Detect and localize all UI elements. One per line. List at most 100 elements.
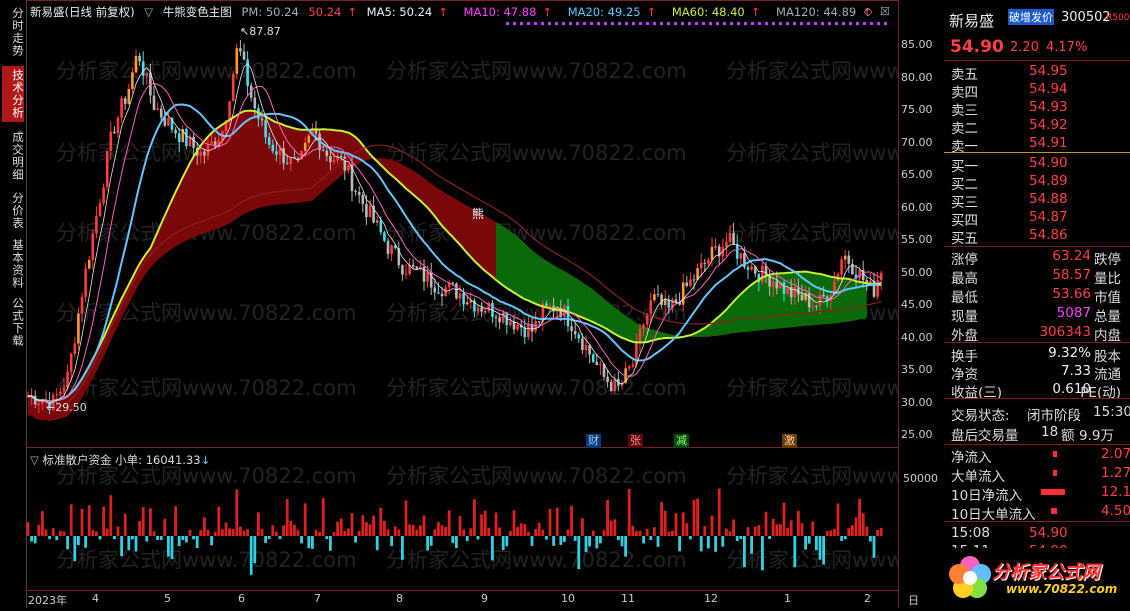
candle-body (354, 191, 357, 193)
candle-body (59, 391, 62, 395)
candle-body (771, 281, 775, 287)
candle-body (105, 151, 109, 188)
fund-bar (120, 536, 123, 557)
tab-formula-download[interactable]: 公式下载 (2, 296, 25, 348)
fund-bar (631, 525, 635, 536)
fund-bar (145, 536, 149, 542)
fund-bar (174, 506, 177, 536)
fund-bar (80, 508, 84, 536)
candle-body (303, 142, 307, 151)
fund-bar (458, 516, 462, 536)
fund-bar (30, 536, 33, 542)
badge-finance[interactable]: 财 (586, 434, 601, 448)
candle-body (735, 244, 739, 259)
candle-body (822, 294, 825, 297)
fund-bar (239, 526, 242, 536)
fund-bar (69, 504, 73, 536)
fund-bar (537, 522, 541, 536)
signal-dot (660, 22, 663, 25)
candle-body (321, 150, 325, 152)
candle-body (390, 245, 393, 254)
fund-bar (523, 524, 527, 536)
tab-basic-info[interactable]: 基本资料 (2, 238, 25, 290)
tab-trade-details[interactable]: 成交明细 (2, 130, 25, 182)
candle-body (599, 364, 602, 366)
badge-incentive[interactable]: 激 (782, 434, 797, 448)
fund-bar (84, 536, 87, 548)
fund-bar (473, 499, 476, 536)
fund-bar (195, 536, 199, 549)
candle-body (458, 293, 462, 299)
candle-body (793, 286, 797, 298)
signal-dot (583, 22, 586, 25)
watermark-text: 分析家公式网www.70822.com (386, 548, 687, 572)
fund-bar (692, 499, 696, 536)
stat-row: 净资 7.33 流通 (951, 363, 1121, 383)
fund-bar (721, 536, 725, 547)
fund-bar (249, 536, 253, 575)
candle-body (537, 321, 541, 323)
chevron-icon[interactable]: ▽ (30, 453, 39, 467)
tab-price-table[interactable]: 分价表 (2, 190, 25, 232)
price-tick: 70.00 (901, 135, 933, 149)
fund-bar (588, 536, 591, 547)
date-tick: 8 (396, 592, 403, 605)
fund-bar (303, 503, 307, 536)
indicator-title[interactable]: 牛熊变色主图 (163, 5, 232, 19)
watermark-text: 分析家公式网www.70822.com (386, 59, 687, 83)
bear-label: 熊 (472, 206, 484, 221)
kline-chart[interactable]: 分析家公式网www.70822.com 分析家公式网www.70822.com 分析… (26, 0, 898, 448)
candle-body (689, 279, 692, 286)
close-icon[interactable]: ☒ (880, 5, 890, 18)
candle-body (102, 187, 105, 204)
signal-dot (842, 22, 845, 25)
signal-dot (765, 22, 768, 25)
fund-bar (743, 536, 746, 568)
fund-bar (66, 536, 69, 550)
chevron-icon[interactable]: ▽ (144, 5, 153, 19)
fund-bar (44, 529, 48, 536)
fund-bar (257, 512, 260, 536)
fund-bar (487, 527, 491, 536)
date-tick: 2023年 (28, 594, 67, 607)
signal-dot (793, 22, 796, 25)
retail-fund-chart[interactable]: 分析家公式网www.70822.com 分析家公式网www.70822.com 分析… (26, 449, 898, 589)
candle-body (782, 282, 786, 294)
tab-time-share[interactable]: 分时走势 (2, 6, 25, 58)
fund-bar (555, 507, 559, 536)
candle-body (73, 343, 77, 355)
candle-body (699, 262, 703, 269)
fund-bar (509, 531, 512, 536)
fund-bar (750, 536, 753, 554)
watermark-text: 分析家公式网www.70822.com (56, 301, 357, 325)
candle-body (437, 292, 440, 294)
candle-body (840, 259, 843, 275)
candle-body (368, 205, 372, 218)
ask-row: 卖三 54.93 (951, 99, 1068, 119)
fund-bar (689, 536, 692, 540)
signal-dot (695, 22, 698, 25)
trade-state-row: 交易状态: 闭市阶段 15:30 (951, 404, 1130, 424)
candle-body (123, 98, 127, 104)
signal-dot (597, 22, 600, 25)
diamond-icon[interactable]: ◇ (864, 5, 872, 18)
fund-bar (462, 529, 465, 536)
watermark-text: 分析家公式网www.70822.com (726, 464, 898, 488)
badge-reduce[interactable]: 减 (674, 434, 689, 448)
fund-bar (707, 536, 710, 549)
badge-rise[interactable]: 张 (628, 434, 643, 448)
date-axis: 2023年 4 5 6 7 8 9 10 11 12 1 2 日 (26, 590, 919, 609)
fund-bar (217, 506, 221, 536)
fund-bar (271, 525, 275, 536)
tab-technical-analysis[interactable]: 技术分析 (2, 66, 25, 122)
fund-bar (879, 527, 883, 536)
fund-bar (185, 536, 188, 543)
logo-text: 分析家公式网 (992, 562, 1100, 583)
signal-dot (618, 22, 621, 25)
ma60-line (27, 144, 882, 409)
fund-bar (357, 530, 361, 536)
fund-bar (703, 526, 707, 536)
candle-body (383, 232, 386, 241)
candle-body (573, 331, 577, 335)
fund-bar (296, 529, 300, 536)
